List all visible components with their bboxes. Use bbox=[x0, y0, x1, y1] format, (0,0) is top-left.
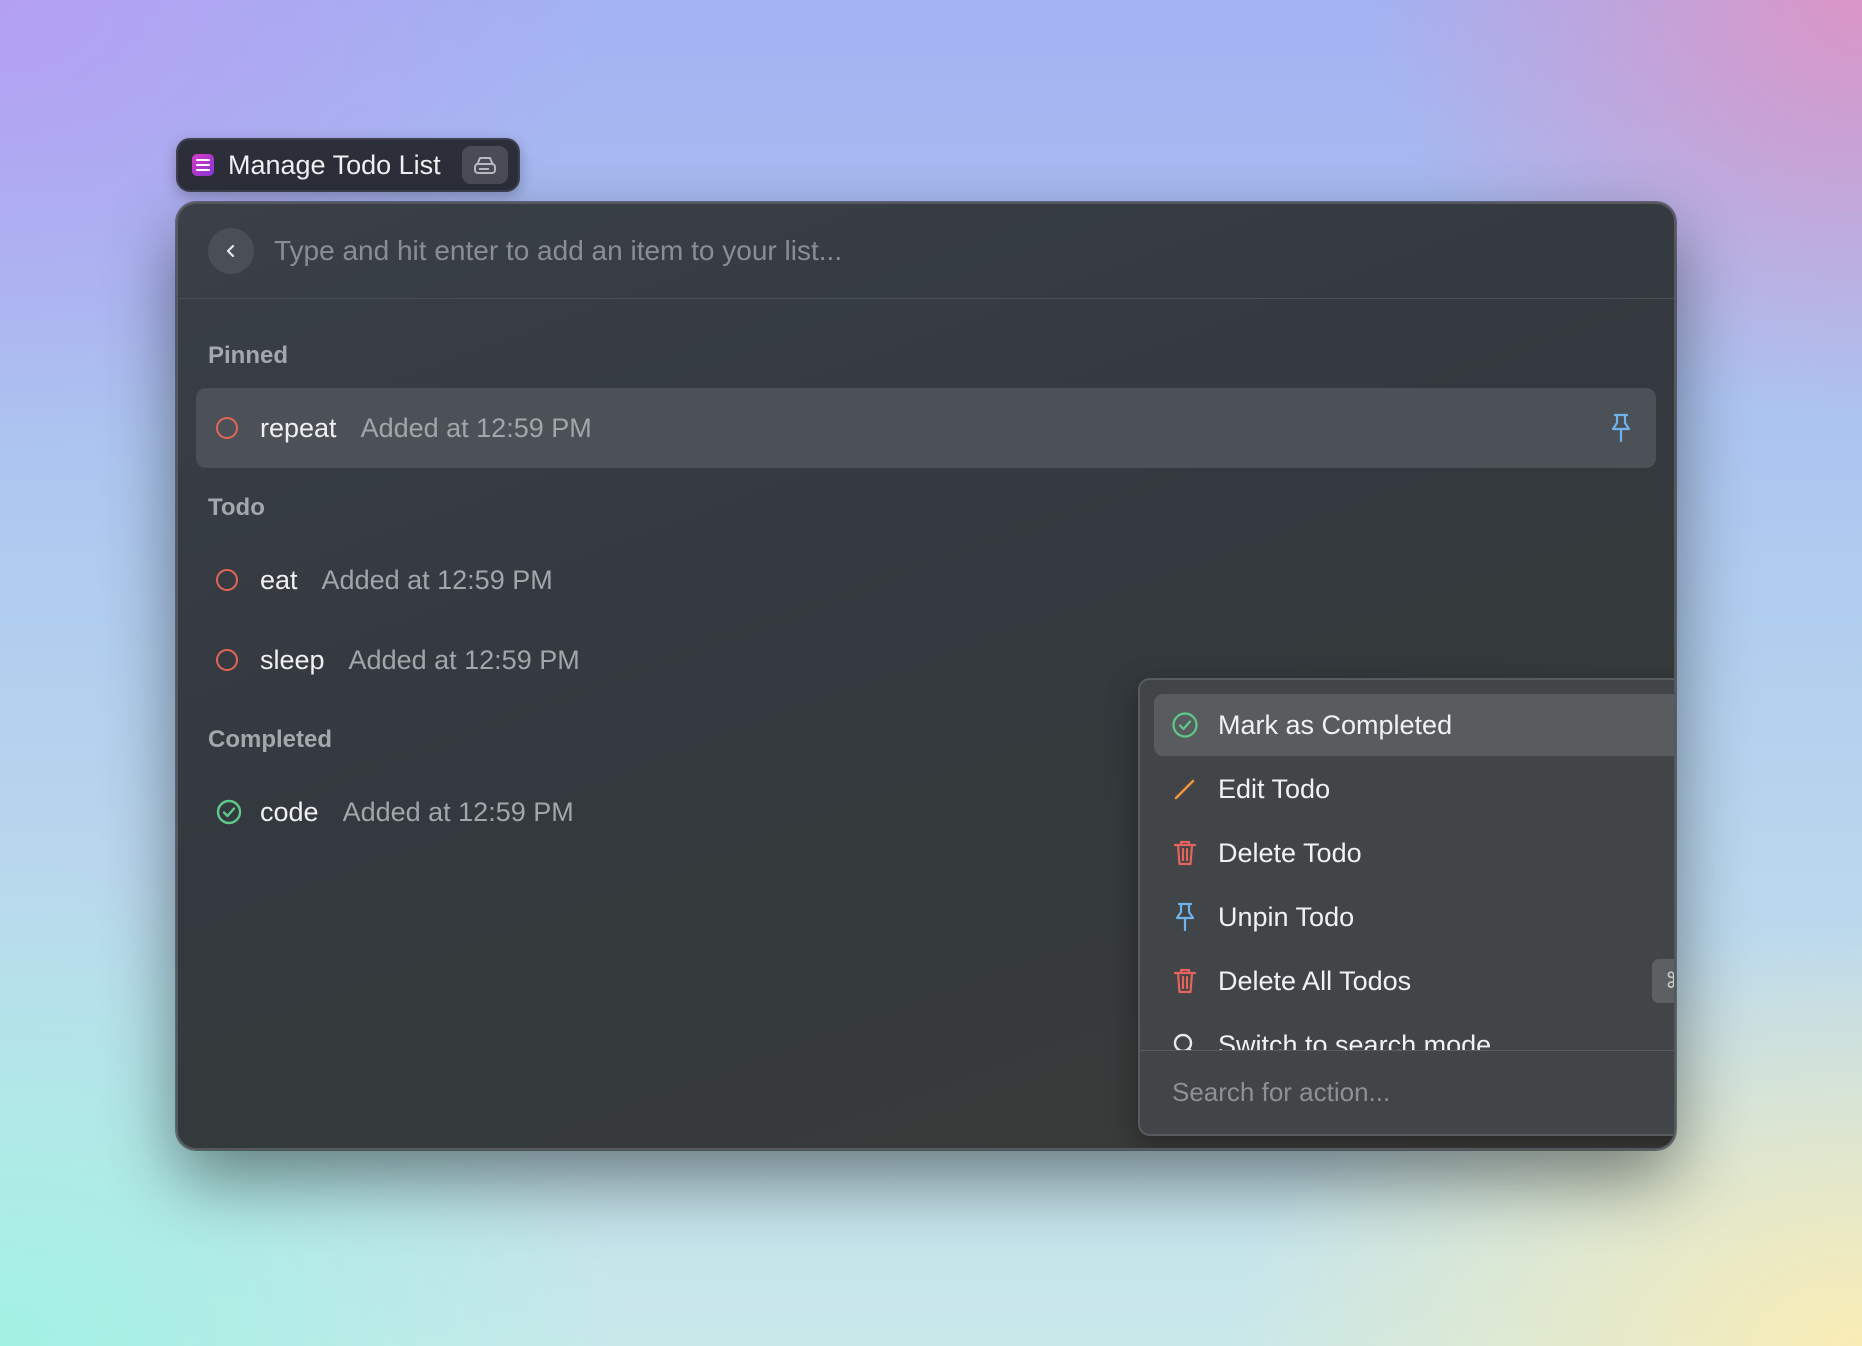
todo-title: repeat bbox=[260, 412, 337, 443]
action-label: Unpin Todo bbox=[1218, 901, 1355, 932]
action-edit-todo[interactable]: Edit Todo ⌘ ↵ bbox=[1154, 758, 1674, 820]
action-label: Delete Todo bbox=[1218, 837, 1362, 868]
todo-subtitle: Added at 12:59 PM bbox=[348, 644, 580, 675]
action-label: Switch to search mode bbox=[1218, 1029, 1492, 1051]
check-circle-icon[interactable] bbox=[216, 799, 242, 825]
todo-subtitle: Added at 12:59 PM bbox=[342, 796, 574, 827]
list-icon bbox=[192, 154, 214, 176]
section-header-todo: Todo bbox=[208, 494, 265, 521]
action-delete-all-todos[interactable]: Delete All Todos ⌘ ⇧ D bbox=[1154, 950, 1674, 1012]
action-label: Edit Todo bbox=[1218, 773, 1331, 804]
search-bar bbox=[178, 204, 1674, 299]
action-panel: Mark as Completed ↵ Edit Todo ⌘ ↵ bbox=[1138, 678, 1674, 1136]
action-list: Mark as Completed ↵ Edit Todo ⌘ ↵ bbox=[1140, 680, 1674, 1051]
pin-icon bbox=[1608, 412, 1634, 449]
todo-subtitle: Added at 12:59 PM bbox=[321, 564, 553, 595]
todo-title: sleep bbox=[260, 644, 325, 675]
open-circle-icon[interactable] bbox=[216, 417, 238, 439]
key-command: ⌘ bbox=[1652, 959, 1674, 1003]
command-title: Manage Todo List bbox=[228, 149, 441, 180]
todo-item-eat[interactable]: eat Added at 12:59 PM bbox=[196, 540, 1656, 620]
section-header-pinned: Pinned bbox=[208, 342, 289, 369]
action-unpin-todo[interactable]: Unpin Todo ⌘ P bbox=[1154, 886, 1674, 948]
action-delete-todo[interactable]: Delete Todo ⌘ D bbox=[1154, 822, 1674, 884]
search-icon bbox=[1170, 1030, 1200, 1050]
pin-icon bbox=[1170, 902, 1200, 932]
command-chip: Manage Todo List bbox=[176, 138, 520, 192]
open-circle-icon[interactable] bbox=[216, 649, 238, 671]
chevron-left-icon bbox=[226, 244, 235, 258]
trash-icon bbox=[1170, 966, 1200, 996]
todo-item-repeat[interactable]: repeat Added at 12:59 PM bbox=[196, 388, 1656, 468]
todo-subtitle: Added at 12:59 PM bbox=[360, 412, 592, 443]
check-circle-icon bbox=[1170, 710, 1200, 740]
open-circle-icon[interactable] bbox=[216, 569, 238, 591]
hard-drive-icon[interactable] bbox=[462, 146, 508, 184]
action-label: Delete All Todos bbox=[1218, 965, 1412, 996]
action-mark-completed[interactable]: Mark as Completed ↵ bbox=[1154, 694, 1674, 756]
back-button[interactable] bbox=[208, 228, 254, 274]
search-input[interactable] bbox=[272, 234, 1176, 268]
pencil-icon bbox=[1170, 774, 1200, 804]
action-search-bar bbox=[1140, 1050, 1674, 1134]
todo-title: eat bbox=[260, 564, 298, 595]
shortcut: ⌘ ⇧ D bbox=[1652, 959, 1674, 1003]
action-switch-search-mode[interactable]: Switch to search mode ⌘ S bbox=[1154, 1014, 1674, 1051]
section-header-completed: Completed bbox=[208, 726, 333, 753]
action-label: Mark as Completed bbox=[1218, 709, 1453, 740]
action-search-input[interactable] bbox=[1170, 1076, 1674, 1109]
launcher-window: Pinned repeat Added at 12:59 PM Todo eat… bbox=[176, 202, 1676, 1150]
trash-icon bbox=[1170, 838, 1200, 868]
todo-title: code bbox=[260, 796, 319, 827]
